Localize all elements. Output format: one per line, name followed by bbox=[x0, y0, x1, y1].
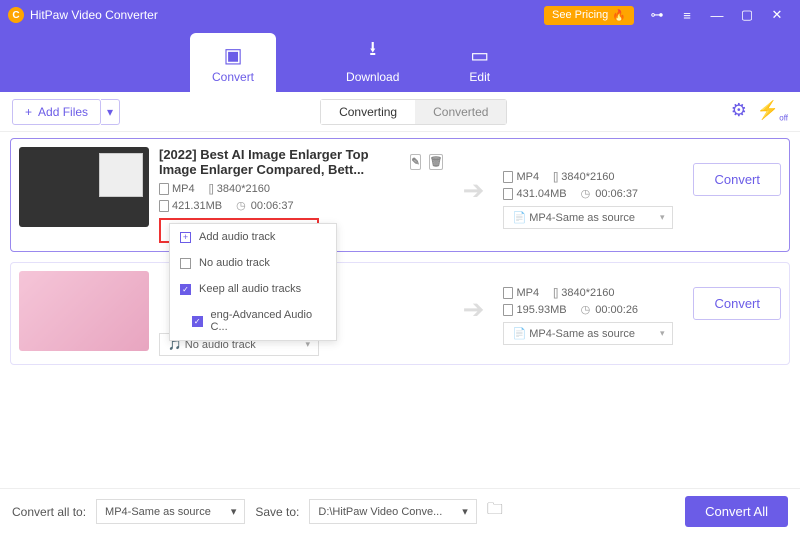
plus-icon: + bbox=[25, 105, 32, 119]
checkbox-checked-icon: ✓ bbox=[192, 316, 203, 327]
convert-all-preset-dropdown[interactable]: MP4-Same as source▾ bbox=[96, 499, 245, 524]
checkbox-icon bbox=[180, 258, 191, 269]
arrow-icon: ➔ bbox=[453, 294, 493, 334]
out-format: MP4 bbox=[516, 287, 539, 299]
add-files-button[interactable]: + Add Files bbox=[12, 99, 101, 125]
out-size: 431.04MB bbox=[516, 188, 566, 200]
in-duration: 00:06:37 bbox=[236, 199, 293, 212]
seg-converted[interactable]: Converted bbox=[415, 100, 506, 124]
in-format: MP4 bbox=[172, 183, 195, 195]
out-duration: 00:00:26 bbox=[581, 303, 638, 316]
convert-all-to-label: Convert all to: bbox=[12, 505, 86, 519]
tab-convert[interactable]: ▣ Convert bbox=[190, 33, 276, 92]
doc-icon bbox=[503, 287, 513, 299]
titlebar: C HitPaw Video Converter See Pricing🔥 ⊶ … bbox=[0, 0, 800, 30]
out-duration: 00:06:37 bbox=[581, 187, 638, 200]
app-logo-icon: C bbox=[8, 7, 24, 23]
file-title: [2022] Best AI Image Enlarger Top Image … bbox=[159, 147, 402, 177]
gpu-icon[interactable]: ⚙ bbox=[731, 100, 747, 123]
edit-title-icon[interactable]: ✎ bbox=[410, 154, 420, 170]
doc-icon bbox=[503, 171, 513, 183]
minimize-button[interactable]: — bbox=[702, 0, 732, 30]
thumbnail[interactable] bbox=[19, 147, 149, 227]
doc-icon bbox=[159, 183, 169, 195]
in-resolution: 3840*2160 bbox=[209, 183, 270, 195]
arrow-icon: ➔ bbox=[453, 175, 493, 215]
tab-label: Convert bbox=[212, 70, 254, 84]
convert-icon: ▣ bbox=[212, 43, 254, 68]
tab-edit[interactable]: ▭ Edit bbox=[469, 43, 490, 92]
file-list: [2022] Best AI Image Enlarger Top Image … bbox=[0, 132, 800, 492]
save-to-label: Save to: bbox=[255, 505, 299, 519]
gpu-toggle-icon[interactable]: ⚡off bbox=[757, 100, 788, 123]
audio-track-menu: +Add audio track No audio track ✓Keep al… bbox=[169, 223, 337, 341]
tab-download[interactable]: ⭳ Download bbox=[346, 34, 399, 92]
output-preset-dropdown[interactable]: 📄 MP4-Same as source▾ bbox=[503, 322, 673, 345]
download-icon: ⭳ bbox=[346, 34, 399, 68]
flame-icon: 🔥 bbox=[612, 9, 626, 22]
toolbar: + Add Files ▾ Converting Converted ⚙ ⚡of… bbox=[0, 92, 800, 132]
app-title: HitPaw Video Converter bbox=[30, 8, 158, 22]
convert-button[interactable]: Convert bbox=[693, 287, 781, 320]
opt-no-audio[interactable]: No audio track bbox=[170, 250, 336, 276]
see-pricing-button[interactable]: See Pricing🔥 bbox=[544, 6, 634, 25]
tab-label: Edit bbox=[469, 70, 490, 84]
chevron-down-icon: ▾ bbox=[660, 212, 665, 223]
out-size: 195.93MB bbox=[516, 304, 566, 316]
checkbox-checked-icon: ✓ bbox=[180, 284, 191, 295]
opt-add-audio[interactable]: +Add audio track bbox=[170, 224, 336, 250]
chevron-down-icon: ▾ bbox=[462, 505, 468, 518]
tab-label: Download bbox=[346, 70, 399, 84]
save-path-dropdown[interactable]: D:\HitPaw Video Conve...▾ bbox=[309, 499, 476, 524]
add-files-dropdown[interactable]: ▾ bbox=[101, 99, 120, 125]
chevron-down-icon: ▾ bbox=[660, 328, 665, 339]
status-segment: Converting Converted bbox=[320, 99, 507, 125]
opt-eng-track[interactable]: ✓eng-Advanced Audio C... bbox=[170, 302, 336, 340]
out-resolution: 3840*2160 bbox=[553, 171, 614, 183]
edit-icon: ▭ bbox=[469, 43, 490, 68]
convert-button[interactable]: Convert bbox=[693, 163, 781, 196]
doc-icon bbox=[503, 304, 513, 316]
menu-icon[interactable]: ≡ bbox=[672, 0, 702, 30]
doc-icon bbox=[503, 188, 513, 200]
open-folder-icon[interactable]: 🗀 bbox=[487, 498, 503, 525]
maximize-button[interactable]: ▢ bbox=[732, 0, 762, 30]
file-item: 🎵 No audio track▾ ➔ MP4 3840*2160 195.93… bbox=[10, 262, 790, 365]
plus-icon: + bbox=[180, 232, 191, 243]
top-nav: ▣ Convert ⭳ Download ▭ Edit bbox=[0, 30, 800, 92]
file-item: [2022] Best AI Image Enlarger Top Image … bbox=[10, 138, 790, 252]
seg-converting[interactable]: Converting bbox=[321, 100, 415, 124]
opt-keep-all[interactable]: ✓Keep all audio tracks bbox=[170, 276, 336, 302]
close-button[interactable]: ✕ bbox=[762, 0, 792, 30]
chevron-down-icon: ▾ bbox=[231, 505, 237, 518]
footer: Convert all to: MP4-Same as source▾ Save… bbox=[0, 488, 800, 534]
thumbnail[interactable] bbox=[19, 271, 149, 351]
convert-all-button[interactable]: Convert All bbox=[685, 496, 788, 527]
output-preset-dropdown[interactable]: 📄 MP4-Same as source▾ bbox=[503, 206, 673, 229]
key-icon[interactable]: ⊶ bbox=[642, 0, 672, 30]
in-size: 421.31MB bbox=[172, 200, 222, 212]
doc-icon bbox=[159, 200, 169, 212]
out-format: MP4 bbox=[516, 171, 539, 183]
out-resolution: 3840*2160 bbox=[553, 287, 614, 299]
add-files-label: Add Files bbox=[38, 105, 88, 119]
delete-icon[interactable]: 🗑 bbox=[429, 154, 444, 170]
